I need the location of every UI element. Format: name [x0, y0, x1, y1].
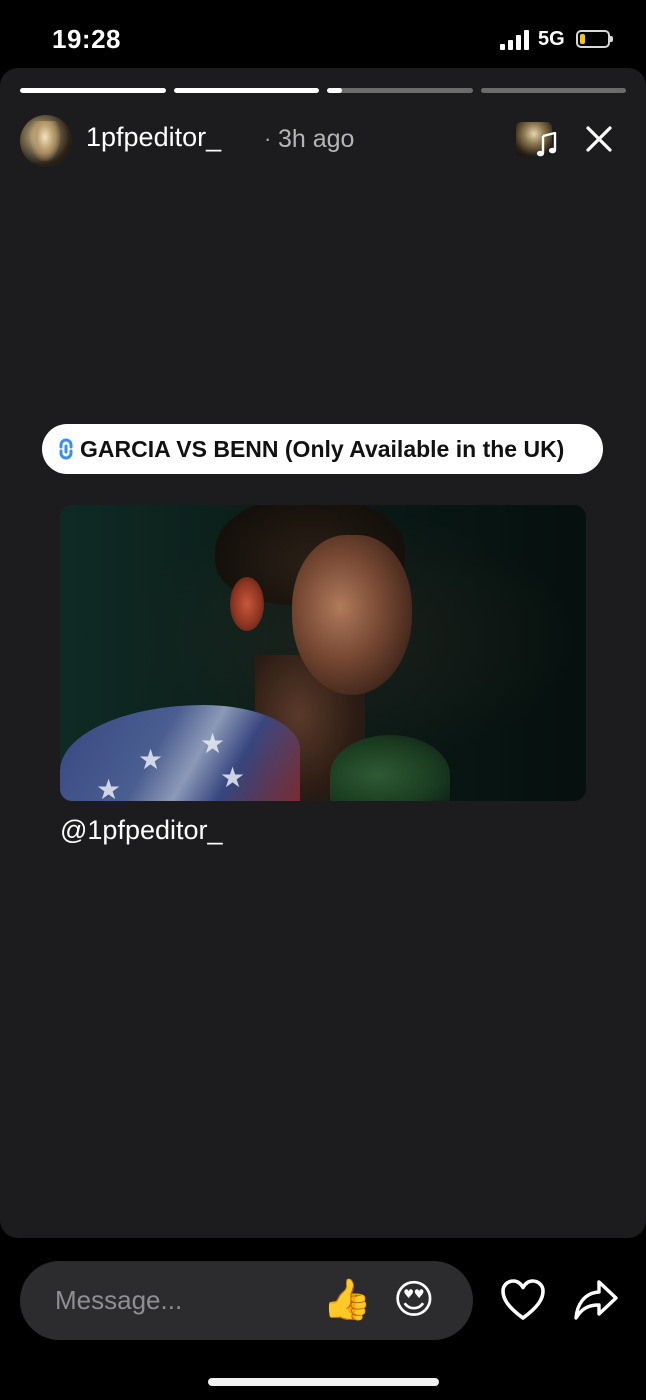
- post-time: 3h ago: [278, 125, 355, 153]
- story-header: 1pfpeditor_ · 3h ago: [20, 114, 626, 168]
- flag-star-icon: ★: [220, 762, 246, 793]
- thumbs-up-reaction[interactable]: 👍: [322, 1277, 372, 1323]
- progress-segment: [173, 88, 319, 93]
- progress-fill: [173, 88, 319, 93]
- share-arrow-icon[interactable]: [573, 1278, 619, 1322]
- signal-strength-icon: [500, 30, 530, 50]
- author-mention[interactable]: @1pfpeditor_: [60, 815, 223, 846]
- progress-segment: [20, 88, 166, 93]
- progress-fill: [327, 88, 342, 93]
- author-avatar[interactable]: [20, 115, 72, 167]
- story-viewer-screen: 19:28 5G 1pfpeditor_ · 3h ago GARCIA VS …: [0, 0, 646, 1400]
- separator-dot: ·: [264, 126, 272, 151]
- network-type: 5G: [538, 28, 565, 50]
- flag-star-icon: ★: [138, 744, 164, 775]
- heart-eyes-reaction[interactable]: 😍: [393, 1277, 435, 1323]
- image-face: [292, 535, 412, 695]
- story-card[interactable]: 1pfpeditor_ · 3h ago GARCIA VS BENN (Onl…: [0, 68, 646, 1238]
- link-sticker-label: GARCIA VS BENN (Only Available in the UK…: [80, 435, 565, 462]
- link-icon: [59, 438, 73, 460]
- story-progress-bar: [20, 88, 626, 94]
- status-time: 19:28: [52, 24, 121, 54]
- progress-segment: [327, 88, 473, 93]
- music-note-icon: [536, 132, 557, 157]
- battery-level: [580, 34, 585, 44]
- progress-fill: [20, 88, 166, 93]
- link-sticker[interactable]: GARCIA VS BENN (Only Available in the UK…: [42, 424, 603, 474]
- home-indicator[interactable]: [208, 1378, 439, 1386]
- message-input[interactable]: Message... 👍 😍: [20, 1261, 473, 1340]
- status-bar: 19:28 5G: [0, 0, 646, 70]
- message-placeholder: Message...: [55, 1285, 183, 1315]
- image-ear: [230, 577, 264, 631]
- progress-segment: [480, 88, 626, 93]
- battery-icon: [576, 30, 613, 48]
- shared-post-image[interactable]: ★ ★ ★ ★: [60, 505, 586, 801]
- close-icon[interactable]: [584, 124, 614, 154]
- flag-star-icon: ★: [200, 728, 226, 759]
- heart-icon[interactable]: [500, 1278, 546, 1322]
- flag-star-icon: ★: [96, 774, 122, 801]
- author-username[interactable]: 1pfpeditor_: [86, 122, 221, 153]
